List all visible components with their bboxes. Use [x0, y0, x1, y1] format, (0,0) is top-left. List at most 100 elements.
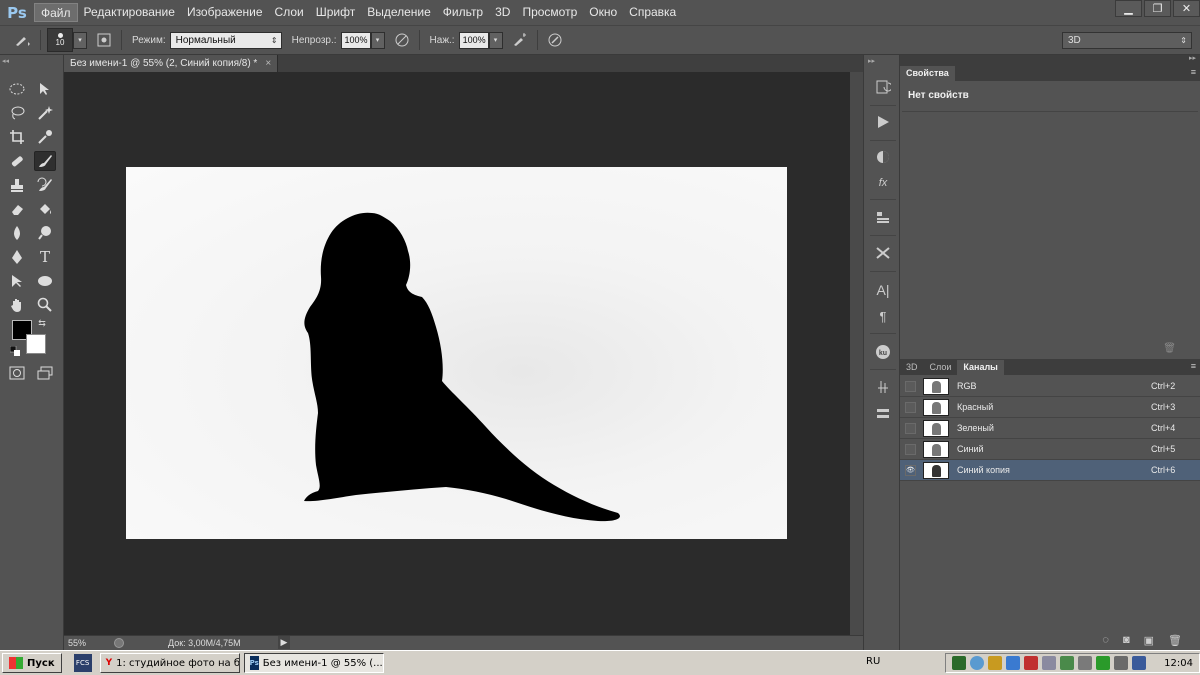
nvidia-icon[interactable] — [952, 656, 967, 670]
tab-channels[interactable]: Каналы — [957, 360, 1004, 375]
trash-icon[interactable]: 🗑 — [1163, 343, 1176, 354]
speaker-icon[interactable] — [1114, 656, 1129, 670]
vertical-scrollbar[interactable] — [850, 72, 863, 635]
new-channel-icon[interactable]: ▣ — [1144, 634, 1154, 647]
menu-select[interactable]: Выделение — [361, 3, 437, 22]
save-selection-icon[interactable]: ◙ — [1123, 634, 1130, 646]
minimize-button[interactable]: ▁ — [1115, 0, 1142, 17]
battery-icon[interactable] — [1096, 656, 1111, 670]
menu-window[interactable]: Окно — [583, 3, 623, 22]
visibility-eye-icon[interactable] — [905, 443, 916, 455]
brush-tool-icon[interactable] — [34, 151, 56, 171]
paragraph-panel-icon[interactable]: ¶ — [872, 306, 894, 326]
menu-3d[interactable]: 3D — [489, 3, 516, 22]
layer-comps-icon[interactable] — [872, 207, 894, 227]
history-panel-icon[interactable] — [872, 77, 894, 97]
lasso-tool-icon[interactable] — [6, 103, 28, 123]
swap-colors-icon[interactable]: ⇆ — [36, 317, 48, 329]
delete-channel-icon[interactable]: 🗑 — [1168, 634, 1182, 647]
restore-button[interactable]: ❐ — [1144, 0, 1171, 17]
antivirus-icon[interactable] — [1024, 656, 1039, 670]
eyedropper-icon[interactable] — [34, 127, 56, 147]
styles-panel-icon[interactable]: fx — [872, 173, 894, 193]
task-photoshop[interactable]: Ps Без имени-1 @ 55% (... — [243, 653, 384, 673]
app-tray-icon[interactable] — [988, 656, 1003, 670]
channel-row[interactable]: Синий Ctrl+5 — [900, 439, 1200, 460]
tab-properties[interactable]: Свойства — [900, 66, 955, 81]
blend-mode-select[interactable]: Нормальный ⇕ — [169, 31, 282, 49]
channel-row[interactable]: Зеленый Ctrl+4 — [900, 418, 1200, 439]
visibility-eye-icon[interactable] — [905, 422, 916, 434]
airbrush-icon[interactable] — [509, 30, 531, 50]
zoom-icon[interactable] — [114, 638, 124, 648]
path-selection-icon[interactable] — [6, 271, 28, 291]
character-panel-icon[interactable]: A| — [872, 280, 894, 300]
visibility-eye-icon[interactable] — [905, 401, 916, 413]
magic-wand-icon[interactable] — [34, 103, 56, 123]
kuler-icon[interactable]: ku — [872, 342, 894, 362]
menu-edit[interactable]: Редактирование — [78, 3, 181, 22]
clone-stamp-icon[interactable] — [6, 175, 28, 195]
task-yandex-browser[interactable]: Y 1: студийное фото на б... — [99, 653, 240, 673]
opacity-dropdown[interactable]: ▾ — [370, 31, 385, 49]
dock-collapse-icon[interactable]: ▸▸ — [868, 57, 875, 65]
menu-type[interactable]: Шрифт — [310, 3, 361, 22]
eraser-icon[interactable] — [6, 199, 28, 219]
start-button[interactable]: Пуск — [2, 653, 62, 673]
workspace-select[interactable]: 3D ⇕ — [1062, 32, 1192, 49]
quicklaunch-photoshop-icon[interactable]: FCS — [73, 654, 92, 672]
zoom-level[interactable]: 55% — [68, 638, 86, 648]
panel-menu-icon[interactable]: ≡ — [1191, 67, 1196, 77]
tool-presets-icon[interactable] — [872, 243, 894, 263]
load-selection-icon[interactable]: ◌ — [1102, 634, 1109, 646]
visibility-eye-icon[interactable] — [905, 380, 916, 392]
blur-tool-icon[interactable] — [6, 223, 28, 243]
hand-tool-icon[interactable] — [6, 295, 28, 315]
move-tool-icon[interactable] — [34, 79, 56, 99]
menu-file[interactable]: Файл — [34, 3, 78, 22]
brush-size-picker[interactable]: 10 — [47, 28, 73, 52]
channel-row[interactable]: 👁 Синий копия Ctrl+6 — [900, 460, 1200, 481]
history-brush-icon[interactable] — [34, 175, 56, 195]
color-panel-icon[interactable] — [872, 147, 894, 167]
document-tab[interactable]: Без имени-1 @ 55% (2, Синий копия/8) * × — [64, 55, 279, 72]
brush-tool-preset-icon[interactable] — [12, 30, 34, 50]
visibility-eye-icon[interactable]: 👁 — [905, 464, 916, 476]
channel-row[interactable]: Красный Ctrl+3 — [900, 397, 1200, 418]
opacity-field[interactable]: 100% — [340, 31, 371, 49]
pressure-field[interactable]: 100% — [458, 31, 489, 49]
dodge-tool-icon[interactable] — [34, 223, 56, 243]
panel-menu-icon[interactable]: ≡ — [1191, 361, 1196, 371]
default-colors-icon[interactable] — [9, 345, 21, 357]
channel-row[interactable]: RGB Ctrl+2 — [900, 376, 1200, 397]
marquee-tool-icon[interactable] — [6, 79, 28, 99]
brush-presets-icon[interactable] — [872, 377, 894, 397]
opacity-pressure-icon[interactable] — [391, 30, 413, 50]
menu-layers[interactable]: Слои — [269, 3, 310, 22]
type-tool-icon[interactable]: T — [34, 247, 56, 267]
pen-tool-icon[interactable] — [6, 247, 28, 267]
close-button[interactable]: ✕ — [1173, 0, 1200, 17]
language-indicator[interactable]: RU — [866, 656, 880, 667]
status-menu-arrow-icon[interactable]: ▶ — [278, 636, 290, 649]
document-image[interactable] — [126, 167, 787, 539]
menu-image[interactable]: Изображение — [181, 3, 269, 22]
close-tab-icon[interactable]: × — [265, 58, 271, 69]
network-icon[interactable] — [970, 656, 985, 670]
quick-mask-icon[interactable] — [6, 363, 28, 383]
healing-brush-icon[interactable] — [6, 151, 28, 171]
panel-expand-icon[interactable]: ▸▸ — [1189, 54, 1196, 62]
printer-icon[interactable] — [1042, 656, 1057, 670]
zoom-tool-icon[interactable] — [34, 295, 56, 315]
crop-tool-icon[interactable] — [6, 127, 28, 147]
display-icon[interactable] — [1132, 656, 1147, 670]
tab-layers[interactable]: Слои — [924, 360, 958, 375]
background-color-swatch[interactable] — [26, 334, 46, 354]
usb-icon[interactable] — [1078, 656, 1093, 670]
brush-size-dropdown[interactable]: ▾ — [73, 31, 87, 49]
menu-filter[interactable]: Фильтр — [437, 3, 489, 22]
tab-3d[interactable]: 3D — [900, 360, 924, 375]
shield-icon[interactable] — [1006, 656, 1021, 670]
menu-view[interactable]: Просмотр — [516, 3, 583, 22]
size-pressure-icon[interactable] — [544, 30, 566, 50]
